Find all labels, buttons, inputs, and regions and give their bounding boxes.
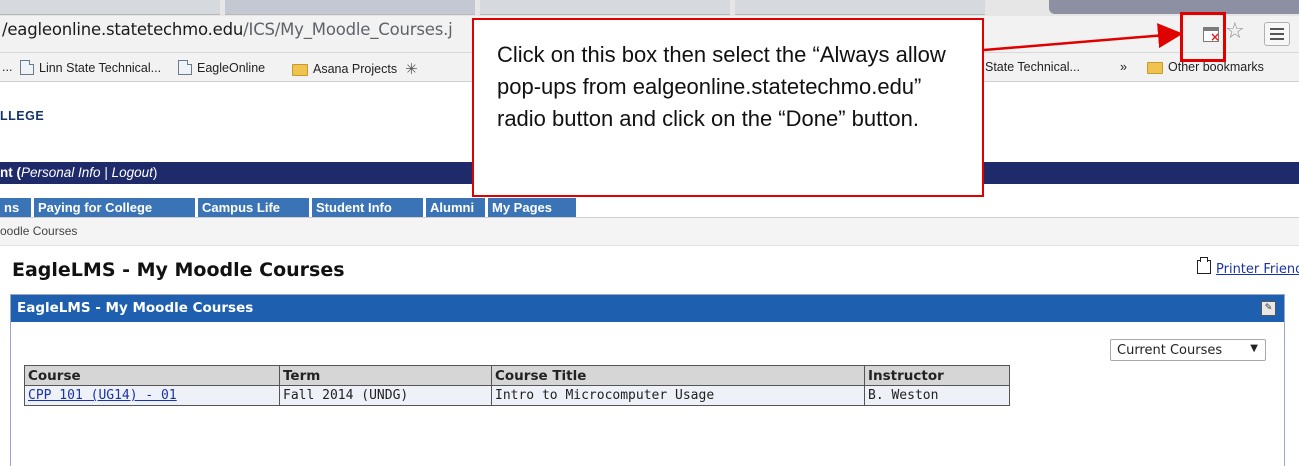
annotation-arrow	[983, 23, 1183, 52]
